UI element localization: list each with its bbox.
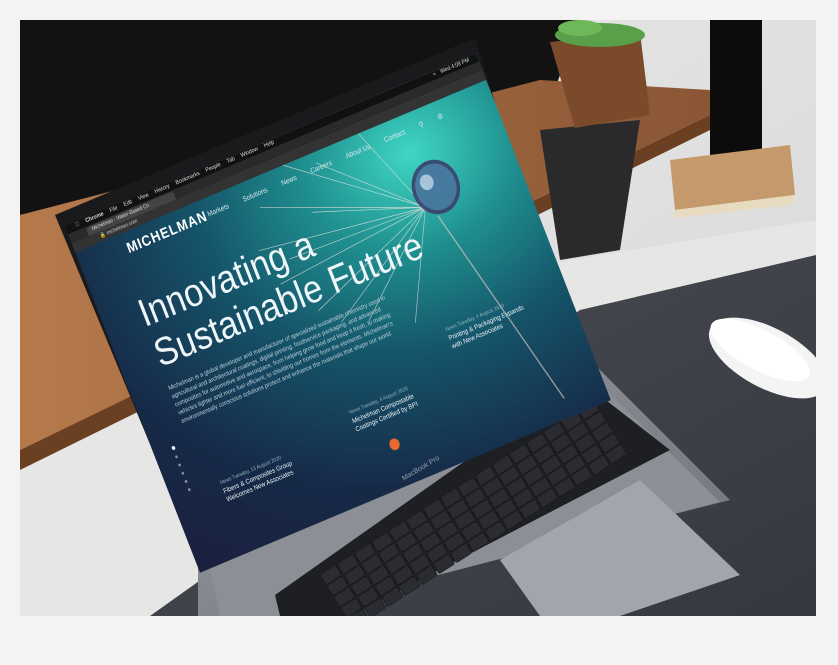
image-frame:  Chrome File Edit View History Bookmark… (0, 0, 838, 665)
product-photo:  Chrome File Edit View History Bookmark… (20, 20, 816, 616)
keyboard (320, 400, 627, 616)
